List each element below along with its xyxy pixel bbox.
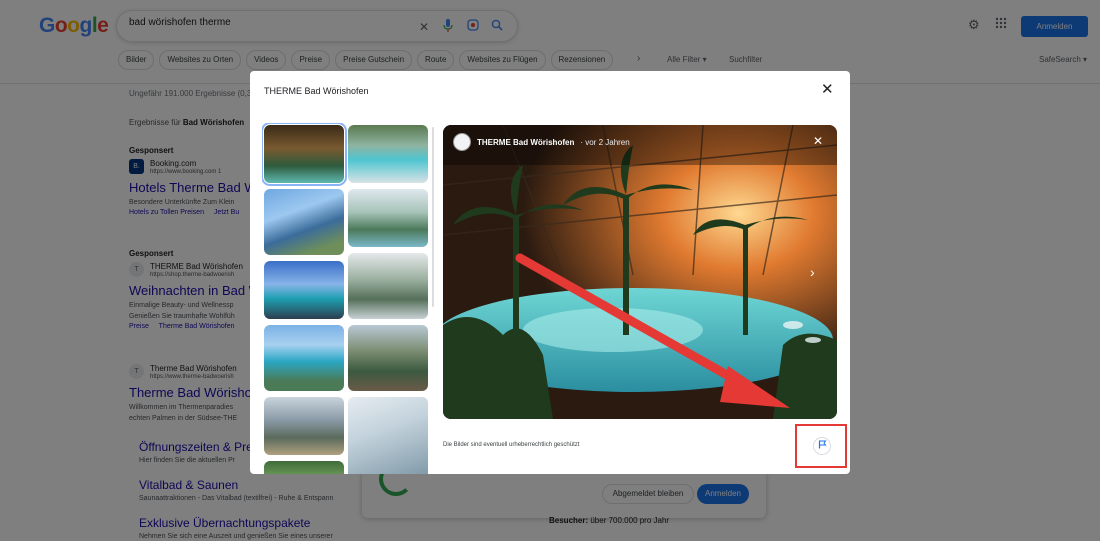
annotation-highlight-box — [795, 424, 847, 468]
annotation-arrow-icon — [515, 253, 790, 408]
